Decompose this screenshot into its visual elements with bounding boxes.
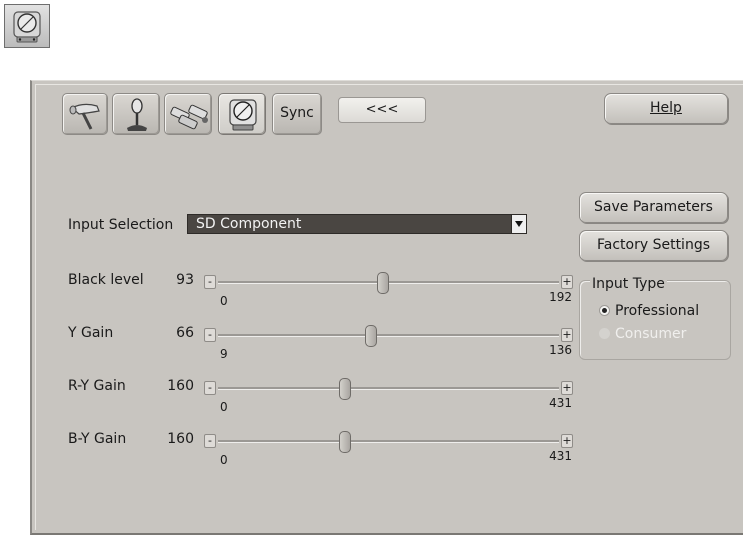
decrement-button[interactable]: - [204, 381, 216, 395]
input-selection-value: SD Component [196, 216, 302, 232]
video-monitor-icon [13, 11, 41, 43]
radio-professional[interactable]: Professional [599, 303, 699, 319]
slider-thumb[interactable] [338, 431, 351, 453]
slider-max: 136 [549, 343, 572, 357]
settings-panel: Sync <<< Help Save Parameters Factory Se… [30, 80, 743, 535]
decrement-button[interactable]: - [204, 328, 216, 342]
slider-max: 431 [549, 449, 572, 463]
slider-min: 0 [220, 453, 228, 467]
slider-r-y-gain: R-Y Gain 160 - + 0 431 [32, 378, 592, 430]
slider-min: 9 [220, 347, 228, 361]
app-icon[interactable] [4, 4, 50, 48]
sync-button[interactable]: Sync [272, 93, 322, 135]
radio-label: Professional [615, 303, 700, 319]
input-type-title: Input Type [590, 276, 667, 292]
tab-hairdryer[interactable] [62, 93, 108, 135]
decrement-button[interactable]: - [204, 275, 216, 289]
input-selection-label: Input Selection [68, 217, 174, 233]
save-parameters-button[interactable]: Save Parameters [579, 192, 728, 223]
help-button[interactable]: Help [604, 93, 728, 124]
slider-value: 66 [176, 325, 194, 341]
radio-label: Consumer [615, 326, 687, 342]
slider-y-gain: Y Gain 66 - + 9 136 [32, 325, 592, 377]
hairdryer-icon [69, 103, 100, 130]
tab-video-monitor[interactable] [218, 93, 266, 135]
slider-value: 93 [176, 272, 194, 288]
slider-value: 160 [167, 431, 194, 447]
slider-track[interactable] [218, 334, 559, 337]
increment-button[interactable]: + [561, 328, 573, 342]
slider-label: B-Y Gain [68, 431, 127, 447]
radio-unselected-icon [599, 328, 610, 339]
sync-label: Sync [280, 105, 314, 121]
input-selection-dropdown[interactable]: SD Component [187, 214, 527, 234]
slider-label: Black level [68, 272, 144, 288]
tab-cables[interactable] [164, 93, 212, 135]
slider-max: 431 [549, 396, 572, 410]
input-type-group [579, 280, 731, 360]
factory-settings-button[interactable]: Factory Settings [579, 230, 728, 261]
increment-button[interactable]: + [561, 275, 573, 289]
slider-thumb[interactable] [338, 378, 351, 400]
slider-thumb[interactable] [377, 272, 390, 294]
slider-min: 0 [220, 400, 228, 414]
slider-max: 192 [549, 290, 572, 304]
slider-black-level: Black level 93 - + 0 192 [32, 272, 592, 324]
increment-button[interactable]: + [561, 434, 573, 448]
radio-selected-icon [599, 305, 610, 316]
dropdown-arrow-icon[interactable] [511, 215, 526, 233]
slider-value: 160 [167, 378, 194, 394]
collapse-button[interactable]: <<< [338, 97, 426, 123]
increment-button[interactable]: + [561, 381, 573, 395]
slider-track[interactable] [218, 387, 559, 390]
decrement-button[interactable]: - [204, 434, 216, 448]
slider-label: R-Y Gain [68, 378, 126, 394]
help-label: Help [650, 100, 682, 116]
slider-label: Y Gain [68, 325, 114, 341]
tab-microphone[interactable] [112, 93, 160, 135]
slider-min: 0 [220, 294, 228, 308]
cables-icon [170, 104, 208, 130]
slider-track[interactable] [218, 440, 559, 443]
radio-consumer[interactable]: Consumer [599, 326, 686, 342]
microphone-icon [127, 98, 147, 131]
slider-thumb[interactable] [365, 325, 378, 347]
slider-b-y-gain: B-Y Gain 160 - + 0 431 [32, 431, 592, 483]
video-monitor-icon [229, 99, 257, 131]
